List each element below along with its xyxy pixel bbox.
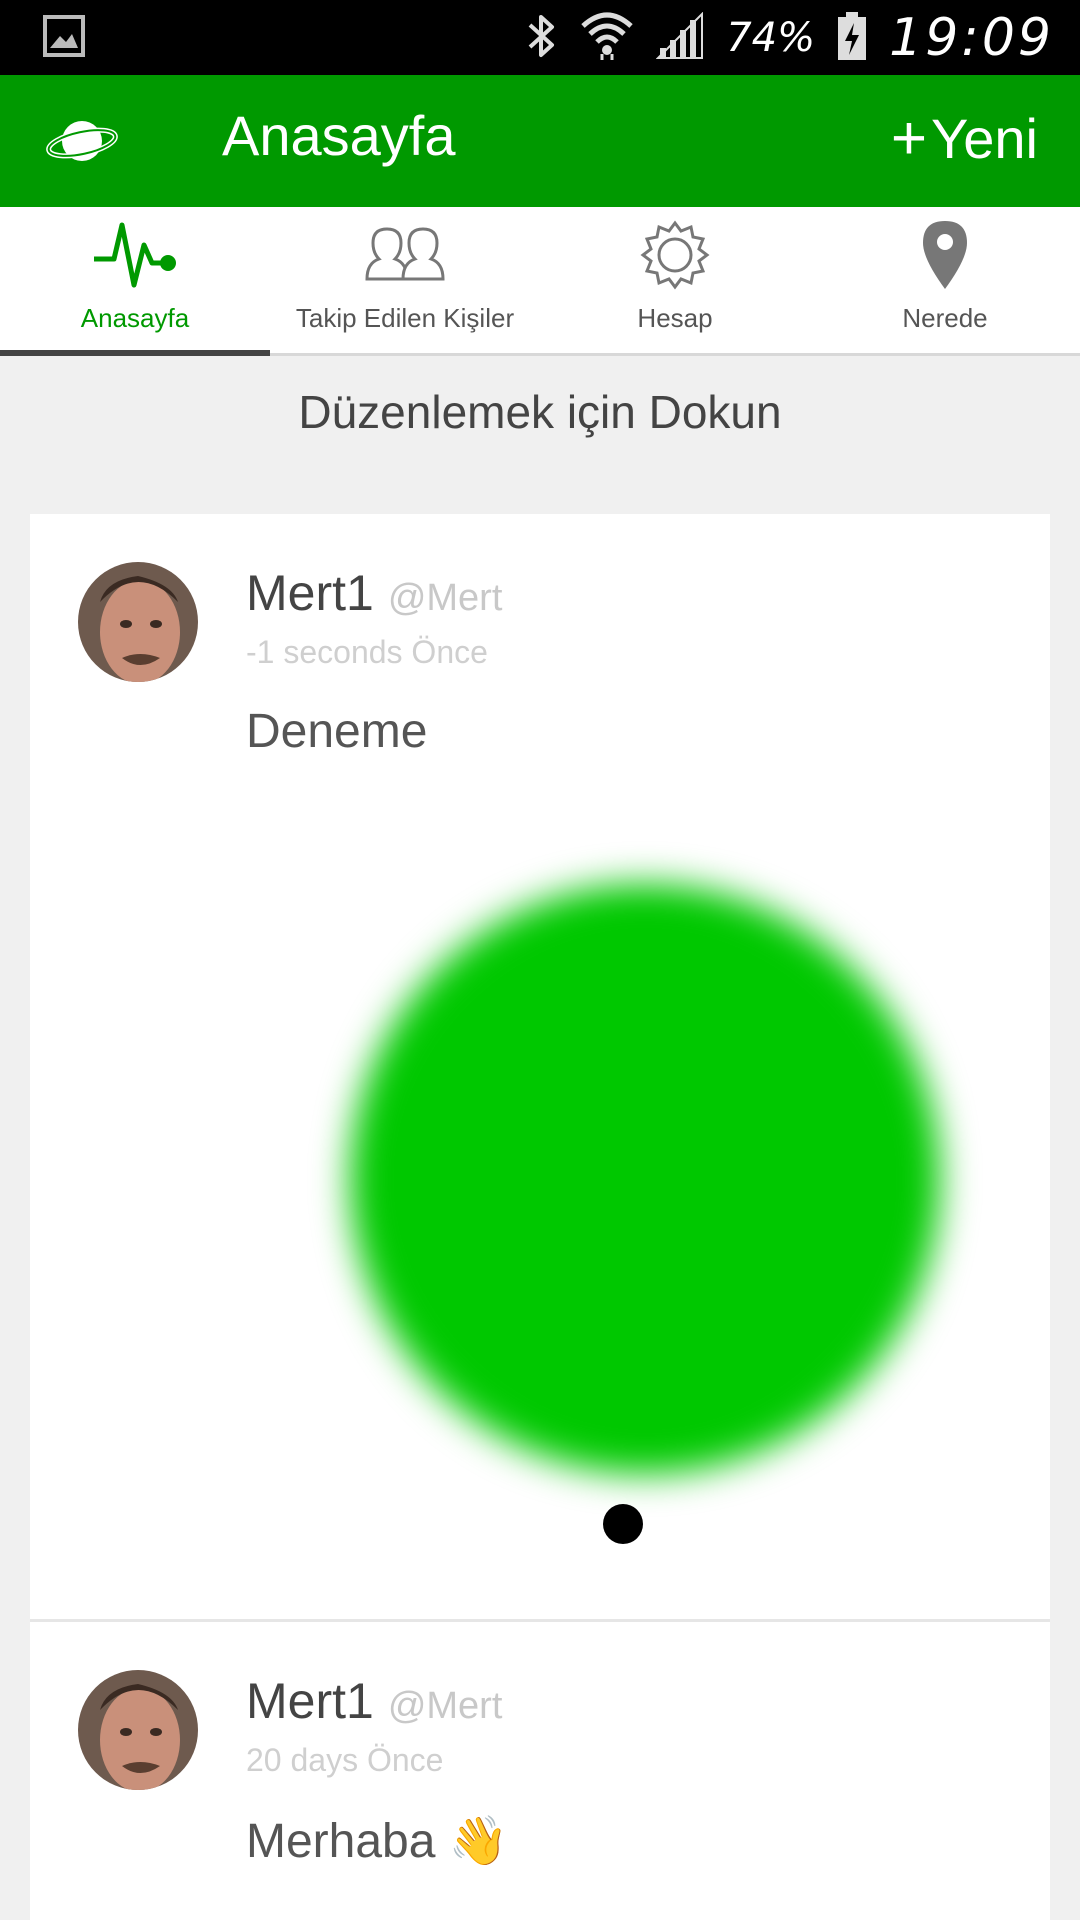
feed-post[interactable]: Mert1 @Mert 20 days Önce Merhaba 👋 bbox=[30, 1622, 1050, 1920]
post-author-handle: @Mert bbox=[387, 577, 503, 619]
battery-percent: 74% bbox=[726, 15, 816, 61]
post-author-name: Mert1 bbox=[246, 565, 374, 621]
post-author[interactable]: Mert1 @Mert bbox=[246, 564, 502, 622]
gear-icon bbox=[540, 213, 810, 297]
post-author-handle: @Mert bbox=[387, 1685, 503, 1727]
feed-post[interactable]: Mert1 @Mert -1 seconds Önce Deneme bbox=[30, 514, 1050, 1619]
signal-icon bbox=[655, 11, 704, 65]
new-post-button[interactable]: + Yeni bbox=[891, 103, 1038, 174]
post-text: Merhaba 👋 bbox=[246, 1815, 509, 1868]
tab-anasayfa[interactable]: Anasayfa bbox=[0, 207, 270, 356]
post-author-name: Mert1 bbox=[246, 1673, 374, 1729]
tab-hesap[interactable]: Hesap bbox=[540, 207, 810, 353]
tab-label: Hesap bbox=[637, 303, 713, 333]
tab-bar: Anasayfa Takip Edilen Kişiler Hesap Nere… bbox=[0, 207, 1080, 356]
post-text: Deneme bbox=[246, 705, 428, 758]
location-pin-icon bbox=[810, 213, 1080, 297]
avatar[interactable] bbox=[78, 562, 198, 682]
green-circle-image bbox=[350, 884, 940, 1474]
plus-icon: + bbox=[890, 104, 928, 173]
wifi-icon bbox=[580, 10, 634, 67]
post-timestamp: -1 seconds Önce bbox=[246, 634, 488, 670]
tab-label: Anasayfa bbox=[80, 303, 190, 333]
status-clock: 19:09 bbox=[889, 8, 1054, 68]
tab-label: Takip Edilen Kişiler bbox=[295, 303, 515, 333]
avatar[interactable] bbox=[78, 1670, 198, 1790]
bluetooth-icon bbox=[524, 11, 558, 66]
page-title: Anasayfa bbox=[222, 104, 456, 167]
app-bar: Anasayfa + Yeni bbox=[0, 75, 1080, 207]
battery-charging-icon bbox=[837, 11, 867, 66]
image-dot bbox=[603, 1504, 643, 1544]
status-bar: 74% 19:09 bbox=[0, 0, 1080, 75]
planet-logo-icon[interactable] bbox=[46, 111, 118, 176]
tab-takip-edilen-kisiler[interactable]: Takip Edilen Kişiler bbox=[270, 207, 540, 353]
new-post-label: Yeni bbox=[931, 107, 1038, 170]
people-icon bbox=[270, 213, 540, 297]
pulse-icon bbox=[0, 213, 270, 297]
tab-label: Nerede bbox=[902, 303, 988, 333]
post-image[interactable] bbox=[320, 844, 1000, 1544]
gallery-notification-icon bbox=[42, 14, 86, 63]
post-timestamp: 20 days Önce bbox=[246, 1742, 444, 1778]
tap-to-edit-hint[interactable]: Düzenlemek için Dokun bbox=[0, 385, 1080, 439]
post-author[interactable]: Mert1 @Mert bbox=[246, 1672, 502, 1730]
tab-nerede[interactable]: Nerede bbox=[810, 207, 1080, 353]
